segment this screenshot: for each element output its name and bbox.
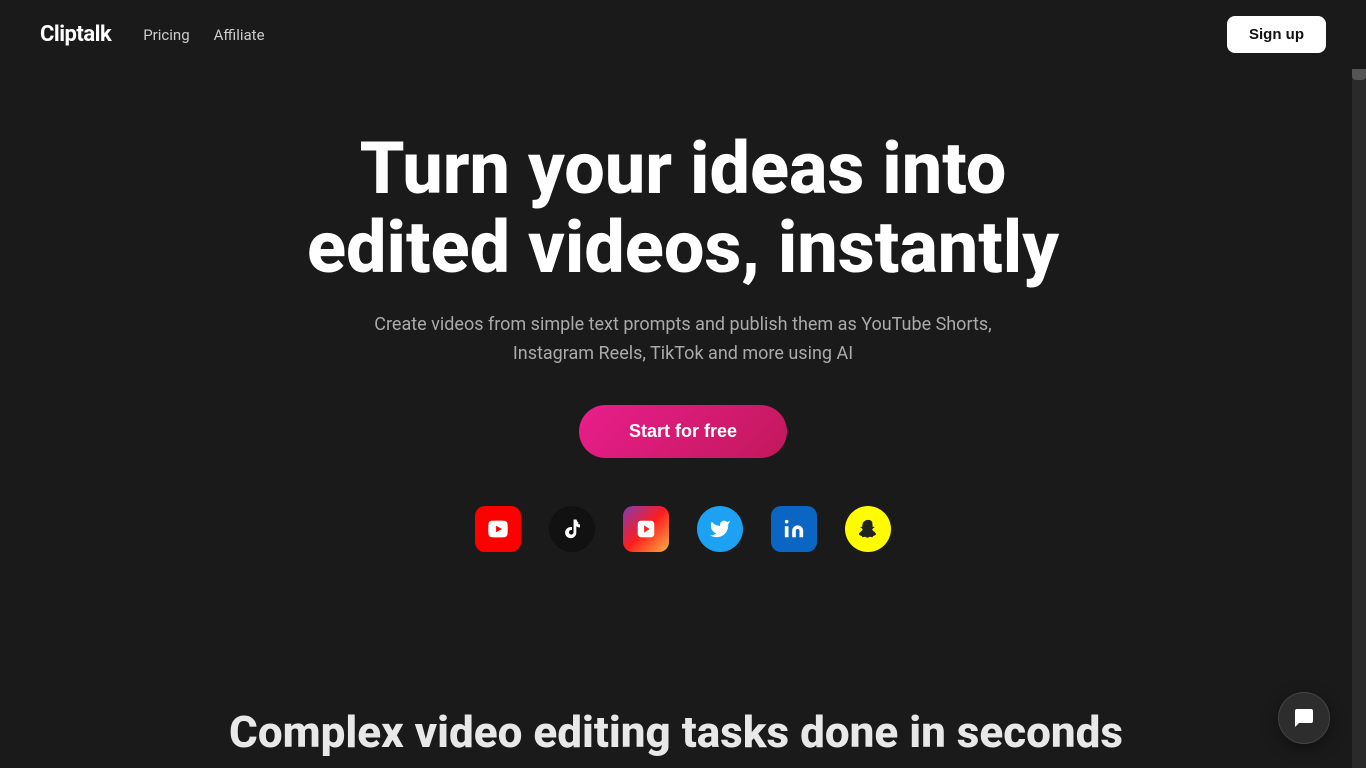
signup-button[interactable]: Sign up	[1227, 16, 1326, 53]
bottom-title: Complex video editing tasks done in seco…	[229, 706, 1123, 758]
nav-link-affiliate[interactable]: Affiliate	[214, 26, 265, 44]
logo[interactable]: Cliptalk	[40, 22, 111, 47]
twitter-icon[interactable]	[697, 506, 743, 552]
bottom-section: Complex video editing tasks done in seco…	[0, 688, 1352, 768]
tiktok-icon[interactable]	[549, 506, 595, 552]
scrollbar[interactable]	[1352, 0, 1366, 768]
youtube-icon[interactable]	[475, 506, 521, 552]
social-icons	[475, 506, 891, 552]
cta-button[interactable]: Start for free	[579, 405, 787, 458]
navbar-left: Cliptalk Pricing Affiliate	[40, 22, 265, 47]
instagram-tv-icon[interactable]	[623, 506, 669, 552]
hero-subtitle: Create videos from simple text prompts a…	[363, 311, 1003, 369]
hero-title: Turn your ideas into edited videos, inst…	[293, 129, 1073, 287]
navbar: Cliptalk Pricing Affiliate Sign up	[0, 0, 1366, 69]
linkedin-icon[interactable]	[771, 506, 817, 552]
chat-button[interactable]	[1278, 692, 1330, 744]
snapchat-icon[interactable]	[845, 506, 891, 552]
nav-link-pricing[interactable]: Pricing	[143, 26, 189, 44]
nav-links: Pricing Affiliate	[143, 26, 264, 44]
hero-section: Turn your ideas into edited videos, inst…	[0, 69, 1366, 622]
